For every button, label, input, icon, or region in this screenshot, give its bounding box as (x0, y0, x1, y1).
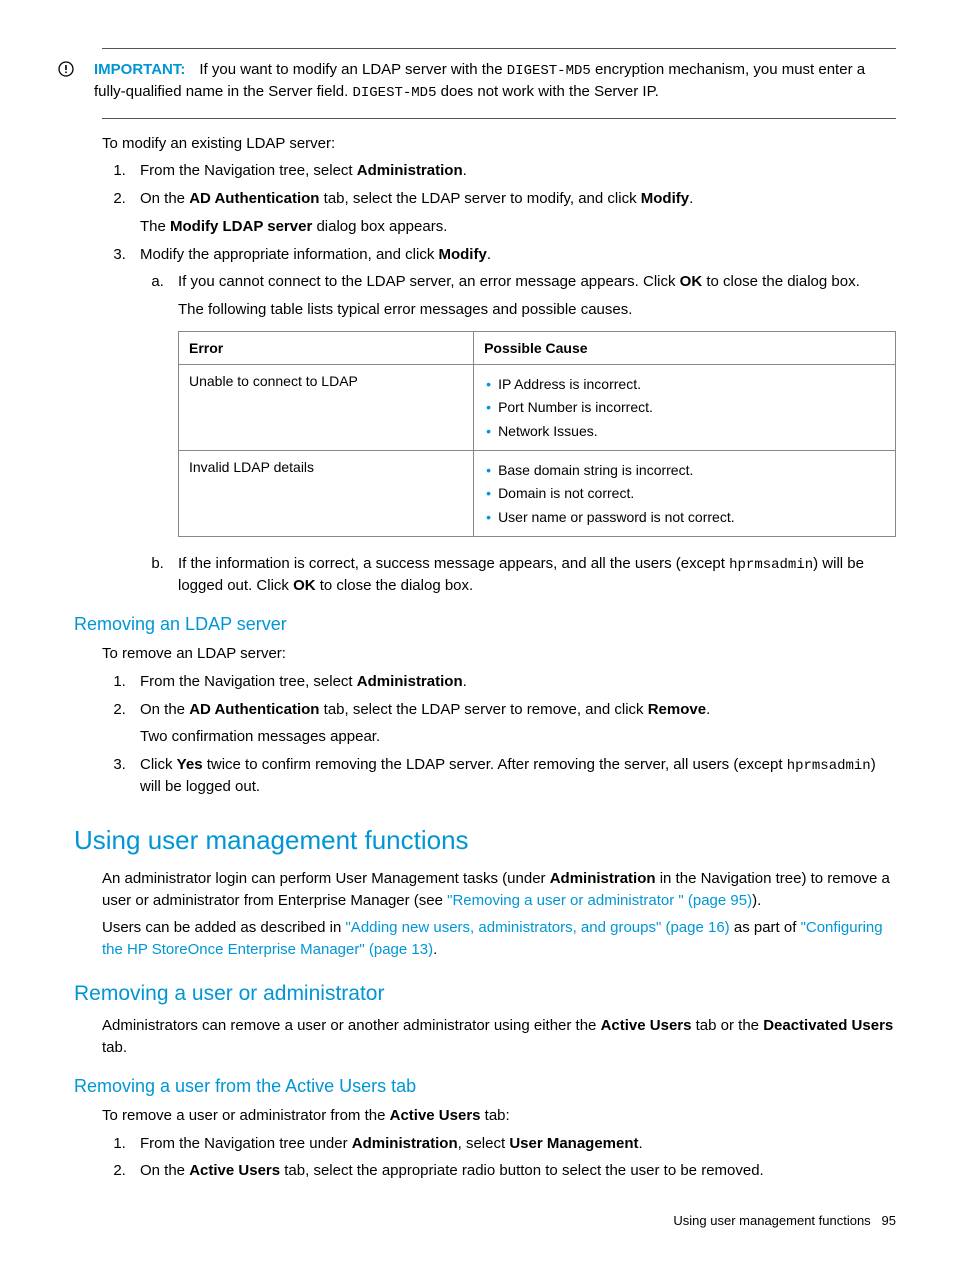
removeuser-p: Administrators can remove a user or anot… (102, 1015, 896, 1059)
important-callout: IMPORTANT:If you want to modify an LDAP … (102, 48, 896, 119)
page-number: 95 (882, 1213, 896, 1228)
error-table: ErrorPossible Cause Unable to connect to… (178, 331, 896, 537)
footer-text: Using user management functions (673, 1213, 870, 1228)
modify-steps: From the Navigation tree, select Adminis… (102, 160, 896, 597)
list-item: If the information is correct, a success… (168, 553, 896, 597)
list-item: On the AD Authentication tab, select the… (130, 699, 896, 749)
important-label: IMPORTANT: (94, 61, 185, 78)
heading-remove-active: Removing a user from the Active Users ta… (74, 1073, 896, 1099)
link-removing-user[interactable]: "Removing a user or administrator " (pag… (447, 892, 752, 909)
heading-user-mgmt: Using user management functions (74, 822, 896, 860)
page-footer: Using user management functions 95 (58, 1212, 896, 1231)
th-cause: Possible Cause (474, 331, 896, 364)
callout-code-2: DIGEST-MD5 (352, 85, 436, 101)
table-row: Unable to connect to LDAP IP Address is … (179, 365, 896, 451)
list-item: Modify the appropriate information, and … (130, 244, 896, 597)
list-item: From the Navigation tree, select Adminis… (130, 671, 896, 693)
callout-text-3: does not work with the Server IP. (436, 83, 658, 100)
callout-text-1: If you want to modify an LDAP server wit… (199, 61, 506, 78)
heading-removing-ldap: Removing an LDAP server (74, 611, 896, 637)
usermgmt-p2: Users can be added as described in "Addi… (102, 917, 896, 961)
link-adding-users[interactable]: "Adding new users, administrators, and g… (345, 919, 729, 936)
list-item: From the Navigation tree, select Adminis… (130, 160, 896, 182)
removing-ldap-steps: From the Navigation tree, select Adminis… (102, 671, 896, 798)
heading-removing-user: Removing a user or administrator (74, 979, 896, 1009)
removeactive-steps: From the Navigation tree under Administr… (102, 1133, 896, 1183)
usermgmt-p1: An administrator login can perform User … (102, 868, 896, 912)
list-item: On the AD Authentication tab, select the… (130, 188, 896, 238)
removeactive-intro: To remove a user or administrator from t… (102, 1105, 896, 1127)
list-item: From the Navigation tree under Administr… (130, 1133, 896, 1155)
th-error: Error (179, 331, 474, 364)
modify-intro: To modify an existing LDAP server: (102, 133, 896, 155)
list-item: Click Yes twice to confirm removing the … (130, 754, 896, 798)
table-row: Invalid LDAP details Base domain string … (179, 451, 896, 537)
list-item: On the Active Users tab, select the appr… (130, 1160, 896, 1182)
important-icon (58, 61, 74, 104)
removing-ldap-intro: To remove an LDAP server: (102, 643, 896, 665)
callout-code-1: DIGEST-MD5 (507, 63, 591, 79)
list-item: If you cannot connect to the LDAP server… (168, 271, 896, 537)
